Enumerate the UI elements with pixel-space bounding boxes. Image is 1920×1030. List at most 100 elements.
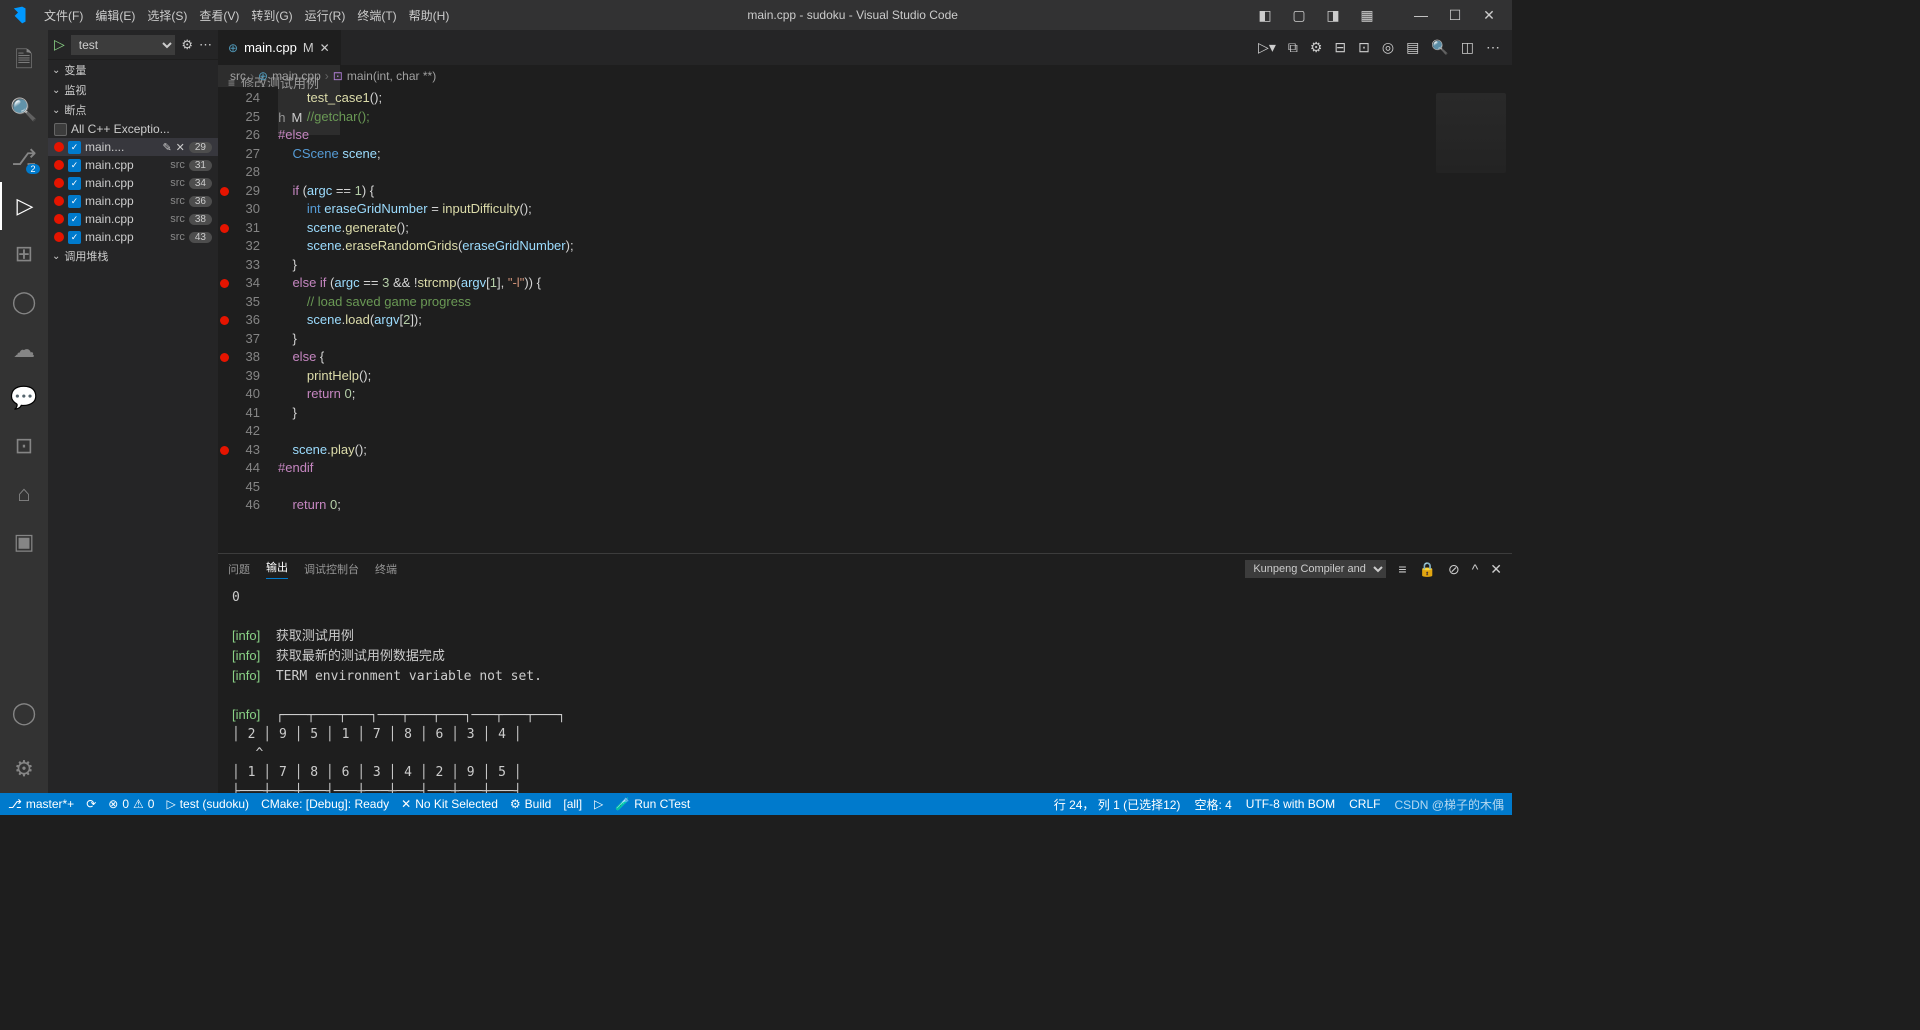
clear-icon[interactable]: ⊘ <box>1448 561 1460 578</box>
close-icon[interactable]: ✕ <box>1474 7 1504 24</box>
devices-icon[interactable]: ⊡ <box>0 422 48 470</box>
cmake-status[interactable]: CMake: [Debug]: Ready <box>261 797 389 811</box>
breakpoint-row[interactable]: ✓main.cppsrc43 <box>48 228 218 246</box>
collapse-icon[interactable]: ^ <box>1472 561 1479 577</box>
branch-status[interactable]: ⎇ master*+ <box>8 797 74 811</box>
breakpoint-dot-icon[interactable] <box>220 224 229 233</box>
explorer-icon[interactable]: 🗎 <box>0 38 48 86</box>
eol-status[interactable]: CRLF <box>1349 796 1380 813</box>
cursor-position[interactable]: 行 24， 列 1 (已选择12) <box>1054 796 1181 813</box>
cloud-icon[interactable]: ☁ <box>0 326 48 374</box>
settings-gear-icon[interactable]: ⚙ <box>0 745 48 793</box>
indent-status[interactable]: 空格: 4 <box>1194 796 1231 813</box>
checkbox-icon[interactable]: ✓ <box>68 195 81 208</box>
breakpoint-dot-icon[interactable] <box>220 187 229 196</box>
lock-icon[interactable]: 🔒 <box>1419 561 1436 578</box>
menu-item[interactable]: 转到(G) <box>245 9 298 23</box>
tab-output[interactable]: 输出 <box>266 559 288 579</box>
breakpoint-row[interactable]: ✓main....✎✕29 <box>48 138 218 156</box>
checkbox-icon[interactable]: ✓ <box>68 141 81 154</box>
checkbox-icon[interactable]: ✓ <box>68 177 81 190</box>
kit-status[interactable]: ✕ No Kit Selected <box>401 797 498 811</box>
action-icon[interactable]: ⊟ <box>1334 39 1346 56</box>
menu-item[interactable]: 运行(R) <box>299 9 352 23</box>
breakpoint-row[interactable]: ✓main.cppsrc34 <box>48 174 218 192</box>
debug-launch[interactable]: ▷ <box>594 797 603 811</box>
checkbox-icon[interactable]: ✓ <box>68 231 81 244</box>
action-icon[interactable]: ⊡ <box>1358 39 1370 56</box>
panel-bottom-icon[interactable]: ▢ <box>1284 7 1314 24</box>
breakpoint-dot-icon[interactable] <box>220 316 229 325</box>
menu-item[interactable]: 文件(F) <box>38 9 89 23</box>
tab-terminal[interactable]: 终端 <box>375 561 397 577</box>
action-icon[interactable]: ▤ <box>1406 39 1419 56</box>
settings-icon[interactable]: ⚙ <box>1310 39 1323 56</box>
tab-problems[interactable]: 问题 <box>228 561 250 577</box>
account-icon[interactable]: ◯ <box>0 689 48 737</box>
checkbox-icon[interactable]: ✓ <box>68 159 81 172</box>
sync-status[interactable]: ⟳ <box>86 797 96 811</box>
checkbox-icon[interactable]: ✓ <box>68 213 81 226</box>
image-icon[interactable]: ▣ <box>0 518 48 566</box>
code-content[interactable]: test_case1(); //getchar();#else CScene s… <box>278 87 1422 553</box>
edit-icon[interactable]: ✎ <box>162 141 171 154</box>
scm-icon[interactable]: ⎇2 <box>0 134 48 182</box>
breakpoint-row[interactable]: ✓main.cppsrc38 <box>48 210 218 228</box>
exception-breakpoint[interactable]: All C++ Exceptio... <box>48 120 218 138</box>
breakpoint-dot-icon[interactable] <box>220 353 229 362</box>
action-icon[interactable]: ◎ <box>1382 39 1394 56</box>
ctest-status[interactable]: 🧪 Run CTest <box>615 797 690 811</box>
chat-icon[interactable]: 💬 <box>0 374 48 422</box>
start-debug-icon[interactable]: ▷ <box>54 36 65 53</box>
breakpoint-row[interactable]: ✓main.cppsrc36 <box>48 192 218 210</box>
remote-icon[interactable]: ⌂ <box>0 470 48 518</box>
panel-left-icon[interactable]: ◧ <box>1250 7 1280 24</box>
breakpoint-dot-icon[interactable] <box>220 279 229 288</box>
edge-icon[interactable]: ◯ <box>0 278 48 326</box>
menu-item[interactable]: 帮助(H) <box>403 9 456 23</box>
problems-status[interactable]: ⊗ 0 ⚠ 0 <box>108 797 154 811</box>
target-status[interactable]: [all] <box>563 797 582 811</box>
gutter[interactable]: 2425262728293031323334353637383940414243… <box>218 87 278 553</box>
run-debug-icon[interactable]: ▷ <box>0 182 48 230</box>
menu-item[interactable]: 编辑(E) <box>89 9 141 23</box>
run-icon[interactable]: ▷▾ <box>1258 39 1276 56</box>
more-icon[interactable]: ⋯ <box>1486 39 1500 56</box>
breakpoint-dot-icon[interactable] <box>220 446 229 455</box>
action-icon[interactable]: 🔍 <box>1431 39 1448 56</box>
tab-debug-console[interactable]: 调试控制台 <box>304 561 359 577</box>
output-channel-select[interactable]: Kunpeng Compiler and <box>1245 560 1386 578</box>
section-variables[interactable]: ⌄变量 <box>48 60 218 80</box>
section-breakpoints[interactable]: ⌄断点 <box>48 100 218 120</box>
code-editor[interactable]: 2425262728293031323334353637383940414243… <box>218 87 1512 553</box>
compare-icon[interactable]: ⧉ <box>1288 39 1298 56</box>
encoding-status[interactable]: UTF-8 with BOM <box>1246 796 1335 813</box>
checkbox-icon[interactable] <box>54 123 67 136</box>
extensions-icon[interactable]: ⊞ <box>0 230 48 278</box>
more-icon[interactable]: ⋯ <box>199 37 212 53</box>
panel-right-icon[interactable]: ◨ <box>1318 7 1348 24</box>
breadcrumb[interactable]: src› ⊕main.cpp› ⊡main(int, char **) <box>218 65 1512 87</box>
maximize-icon[interactable]: ☐ <box>1440 7 1470 24</box>
gear-icon[interactable]: ⚙ <box>181 37 193 53</box>
minimize-icon[interactable]: — <box>1406 7 1436 23</box>
close-tab-icon[interactable]: ✕ <box>320 41 330 55</box>
output-body[interactable]: 0 [info] 获取测试用例 [info] 获取最新的测试用例数据完成 [in… <box>218 584 1512 793</box>
remove-icon[interactable]: ✕ <box>176 141 185 154</box>
minimap[interactable] <box>1422 87 1512 553</box>
split-icon[interactable]: ◫ <box>1461 39 1474 56</box>
editor-tab[interactable]: ⊕main.cppM✕ <box>218 30 341 65</box>
filter-icon[interactable]: ≡ <box>1398 561 1406 577</box>
section-watch[interactable]: ⌄监视 <box>48 80 218 100</box>
menu-item[interactable]: 终端(T) <box>351 9 402 23</box>
section-callstack[interactable]: ⌄调用堆栈 <box>48 246 218 266</box>
menu-item[interactable]: 选择(S) <box>141 9 193 23</box>
test-status[interactable]: ▷ test (sudoku) <box>166 797 249 811</box>
menu-item[interactable]: 查看(V) <box>193 9 245 23</box>
build-status[interactable]: ⚙ Build <box>510 797 551 811</box>
close-panel-icon[interactable]: ✕ <box>1490 561 1502 578</box>
search-icon[interactable]: 🔍 <box>0 86 48 134</box>
layout-icon[interactable]: ▦ <box>1352 7 1382 24</box>
breakpoint-row[interactable]: ✓main.cppsrc31 <box>48 156 218 174</box>
run-config-select[interactable]: test <box>71 35 176 55</box>
